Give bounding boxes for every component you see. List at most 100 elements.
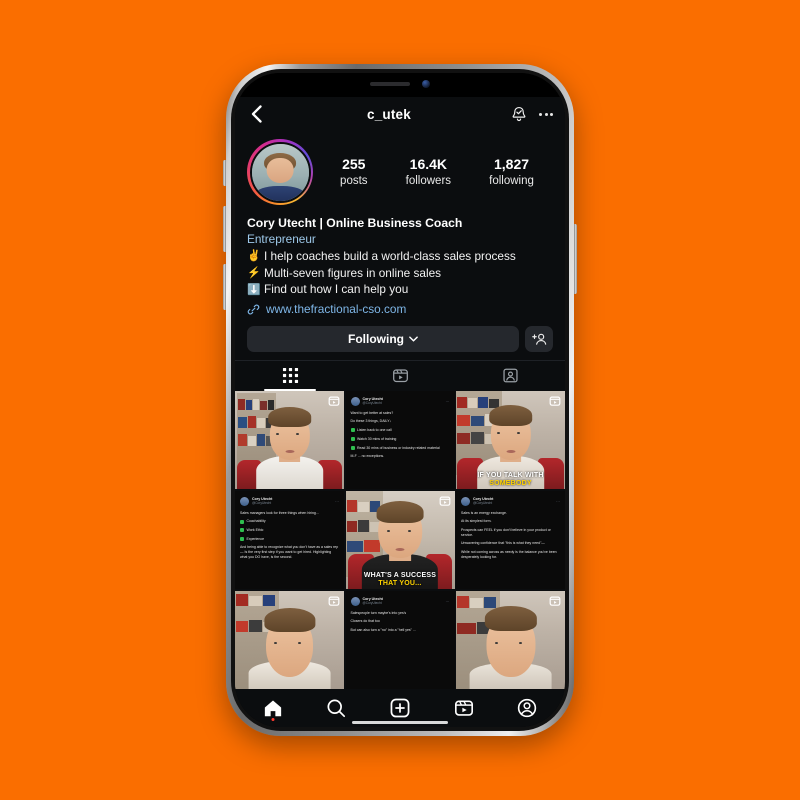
tagged-person-icon (502, 368, 518, 383)
grid-cell[interactable]: Cory Utecht @CoryUtecht ··· Sales is an … (456, 490, 565, 590)
nav-home[interactable] (253, 693, 293, 723)
stat-posts[interactable]: 255 posts (340, 156, 368, 188)
notification-dot (271, 718, 275, 721)
profile-link[interactable]: www.thefractional-cso.com (247, 302, 553, 318)
grid-cell[interactable] (235, 590, 344, 689)
tweet-header: Cory Utecht @CoryUtecht ··· (350, 396, 450, 406)
account-circle-icon (517, 698, 537, 718)
top-bar: c_utek (235, 97, 565, 131)
stat-value: 1,827 (494, 156, 530, 173)
notch-area (235, 73, 565, 97)
tweet-paragraph: Salespeople turn maybe's into yes's (350, 610, 407, 615)
tweet-paragraph: Prospects can FEEL if you don't believe … (461, 528, 551, 537)
grid-cell[interactable]: WHAT'S A SUCCESS THAT YOU... (345, 490, 455, 590)
tweet-checklist-item: Work Ethic (240, 528, 339, 533)
ellipsis-icon: ··· (556, 498, 560, 504)
stat-label: posts (340, 174, 368, 187)
nav-profile[interactable] (507, 693, 547, 723)
bio-text: I help coaches build a world-class sales… (264, 248, 516, 263)
suggested-users-button[interactable] (525, 325, 553, 352)
tweet-checklist-item: Read 30 mins of business or industry rel… (350, 446, 450, 451)
tweet-checklist-item: Listen back to one call (350, 428, 450, 433)
notch (336, 73, 464, 95)
bio-line: ⬇️ Find out how I can help you (247, 282, 553, 298)
earpiece-speaker (370, 82, 410, 86)
phone-mockup: c_utek 255 posts 16.4K followers 1,827 f… (223, 64, 577, 736)
reels-icon (439, 496, 450, 506)
tweet-header: Cory Utecht @CoryUtecht ··· (240, 496, 339, 506)
grid-cell[interactable] (456, 590, 565, 689)
nav-create[interactable] (380, 693, 420, 723)
stat-label: following (489, 174, 534, 187)
grid-cell[interactable]: Cory Utecht @CoryUtecht ··· Sales manage… (235, 490, 344, 590)
grid-cell[interactable]: Cory Utecht @CoryUtecht ··· Salespeople … (345, 590, 455, 689)
bio-text: Multi-seven figures in online sales (264, 265, 442, 280)
lightning-icon: ⚡ (247, 267, 261, 280)
following-button-label: Following (348, 331, 404, 346)
posts-grid: Cory Utecht @CoryUtecht ··· Want to get … (235, 390, 565, 689)
more-options-button[interactable] (537, 109, 555, 120)
tab-reels[interactable] (345, 361, 455, 391)
nav-search[interactable] (316, 693, 356, 723)
chevron-left-icon (251, 105, 262, 123)
caption-highlight: THAT YOU... (378, 579, 422, 587)
search-icon (327, 699, 346, 718)
tweet-checklist-item: Coachability (240, 519, 339, 524)
stat-following[interactable]: 1,827 following (489, 156, 534, 188)
notifications-button[interactable] (511, 106, 527, 123)
profile-header: 255 posts 16.4K followers 1,827 followin… (235, 131, 565, 209)
reel-badge (549, 595, 561, 607)
tweet-body: Want to get better at sales? Do these 3 … (350, 410, 450, 459)
profile-bio: Cory Utecht | Online Business Coach Entr… (235, 209, 565, 318)
phone-screen: c_utek 255 posts 16.4K followers 1,827 f… (235, 73, 565, 727)
home-indicator (352, 721, 448, 724)
volume-up-button[interactable] (223, 206, 226, 252)
reels-icon (549, 396, 561, 406)
page-title: c_utek (367, 106, 411, 122)
tab-tagged[interactable] (455, 361, 565, 391)
grid-cell[interactable]: IF YOU TALK WITH SOMEBODY (456, 390, 565, 490)
silent-switch[interactable] (223, 160, 226, 186)
reel-badge (328, 395, 340, 407)
reel-badge (439, 495, 451, 507)
tweet-paragraph: Sales managers look for three things whe… (240, 510, 319, 515)
tweet-handle: @CoryUtecht (362, 601, 382, 606)
link-icon (247, 304, 260, 315)
stat-followers[interactable]: 16.4K followers (406, 156, 451, 188)
home-icon (264, 699, 281, 716)
tweet-checklist-item: Experience (240, 537, 339, 542)
avatar-story-ring[interactable] (247, 139, 313, 205)
grid-cell[interactable] (235, 390, 344, 490)
avatar-body (256, 185, 304, 201)
tweet-thumbnail: Cory Utecht @CoryUtecht ··· Sales is an … (456, 490, 565, 590)
bell-check-icon (512, 106, 526, 121)
ellipsis-dot (539, 112, 542, 116)
instagram-app: c_utek 255 posts 16.4K followers 1,827 f… (235, 97, 565, 727)
tweet-handle: @CoryUtecht (252, 501, 272, 506)
reels-icon (328, 596, 340, 606)
tab-grid[interactable] (235, 361, 345, 391)
tweet-paragraph: Want to get better at sales? (350, 410, 394, 415)
volume-down-button[interactable] (223, 264, 226, 310)
reels-icon (328, 396, 340, 406)
peace-hand-icon: ✌️ (247, 250, 261, 263)
nav-reels[interactable] (444, 693, 484, 723)
tweet-header: Cory Utecht @CoryUtecht ··· (350, 596, 450, 606)
profile-stats: 255 posts 16.4K followers 1,827 followin… (313, 156, 553, 188)
power-button[interactable] (574, 224, 577, 294)
tweet-footer: And being able to recognize what you don… (240, 545, 339, 559)
check-box-icon (350, 437, 355, 442)
tweet-paragraph: While not coming across as needy is the … (461, 550, 557, 559)
tweet-body: Salespeople turn maybe's into yes's Clos… (351, 611, 450, 633)
following-button[interactable]: Following (247, 325, 519, 352)
tweet-paragraph: Unwavering confidence that "this is what… (461, 541, 545, 546)
front-camera (422, 80, 430, 88)
avatar (350, 396, 360, 406)
tweet-paragraph: But can also turn a "no" into a "hell ye… (350, 627, 416, 632)
back-button[interactable] (245, 105, 267, 123)
grid-cell[interactable]: Cory Utecht @CoryUtecht ··· Want to get … (345, 390, 455, 490)
tweet-paragraph: Do these 3 things, DAILY↓ (350, 419, 392, 424)
stat-label: followers (405, 174, 452, 187)
caption-highlight: SOMEBODY (489, 479, 532, 487)
down-arrow-icon: ⬇️ (247, 283, 261, 296)
